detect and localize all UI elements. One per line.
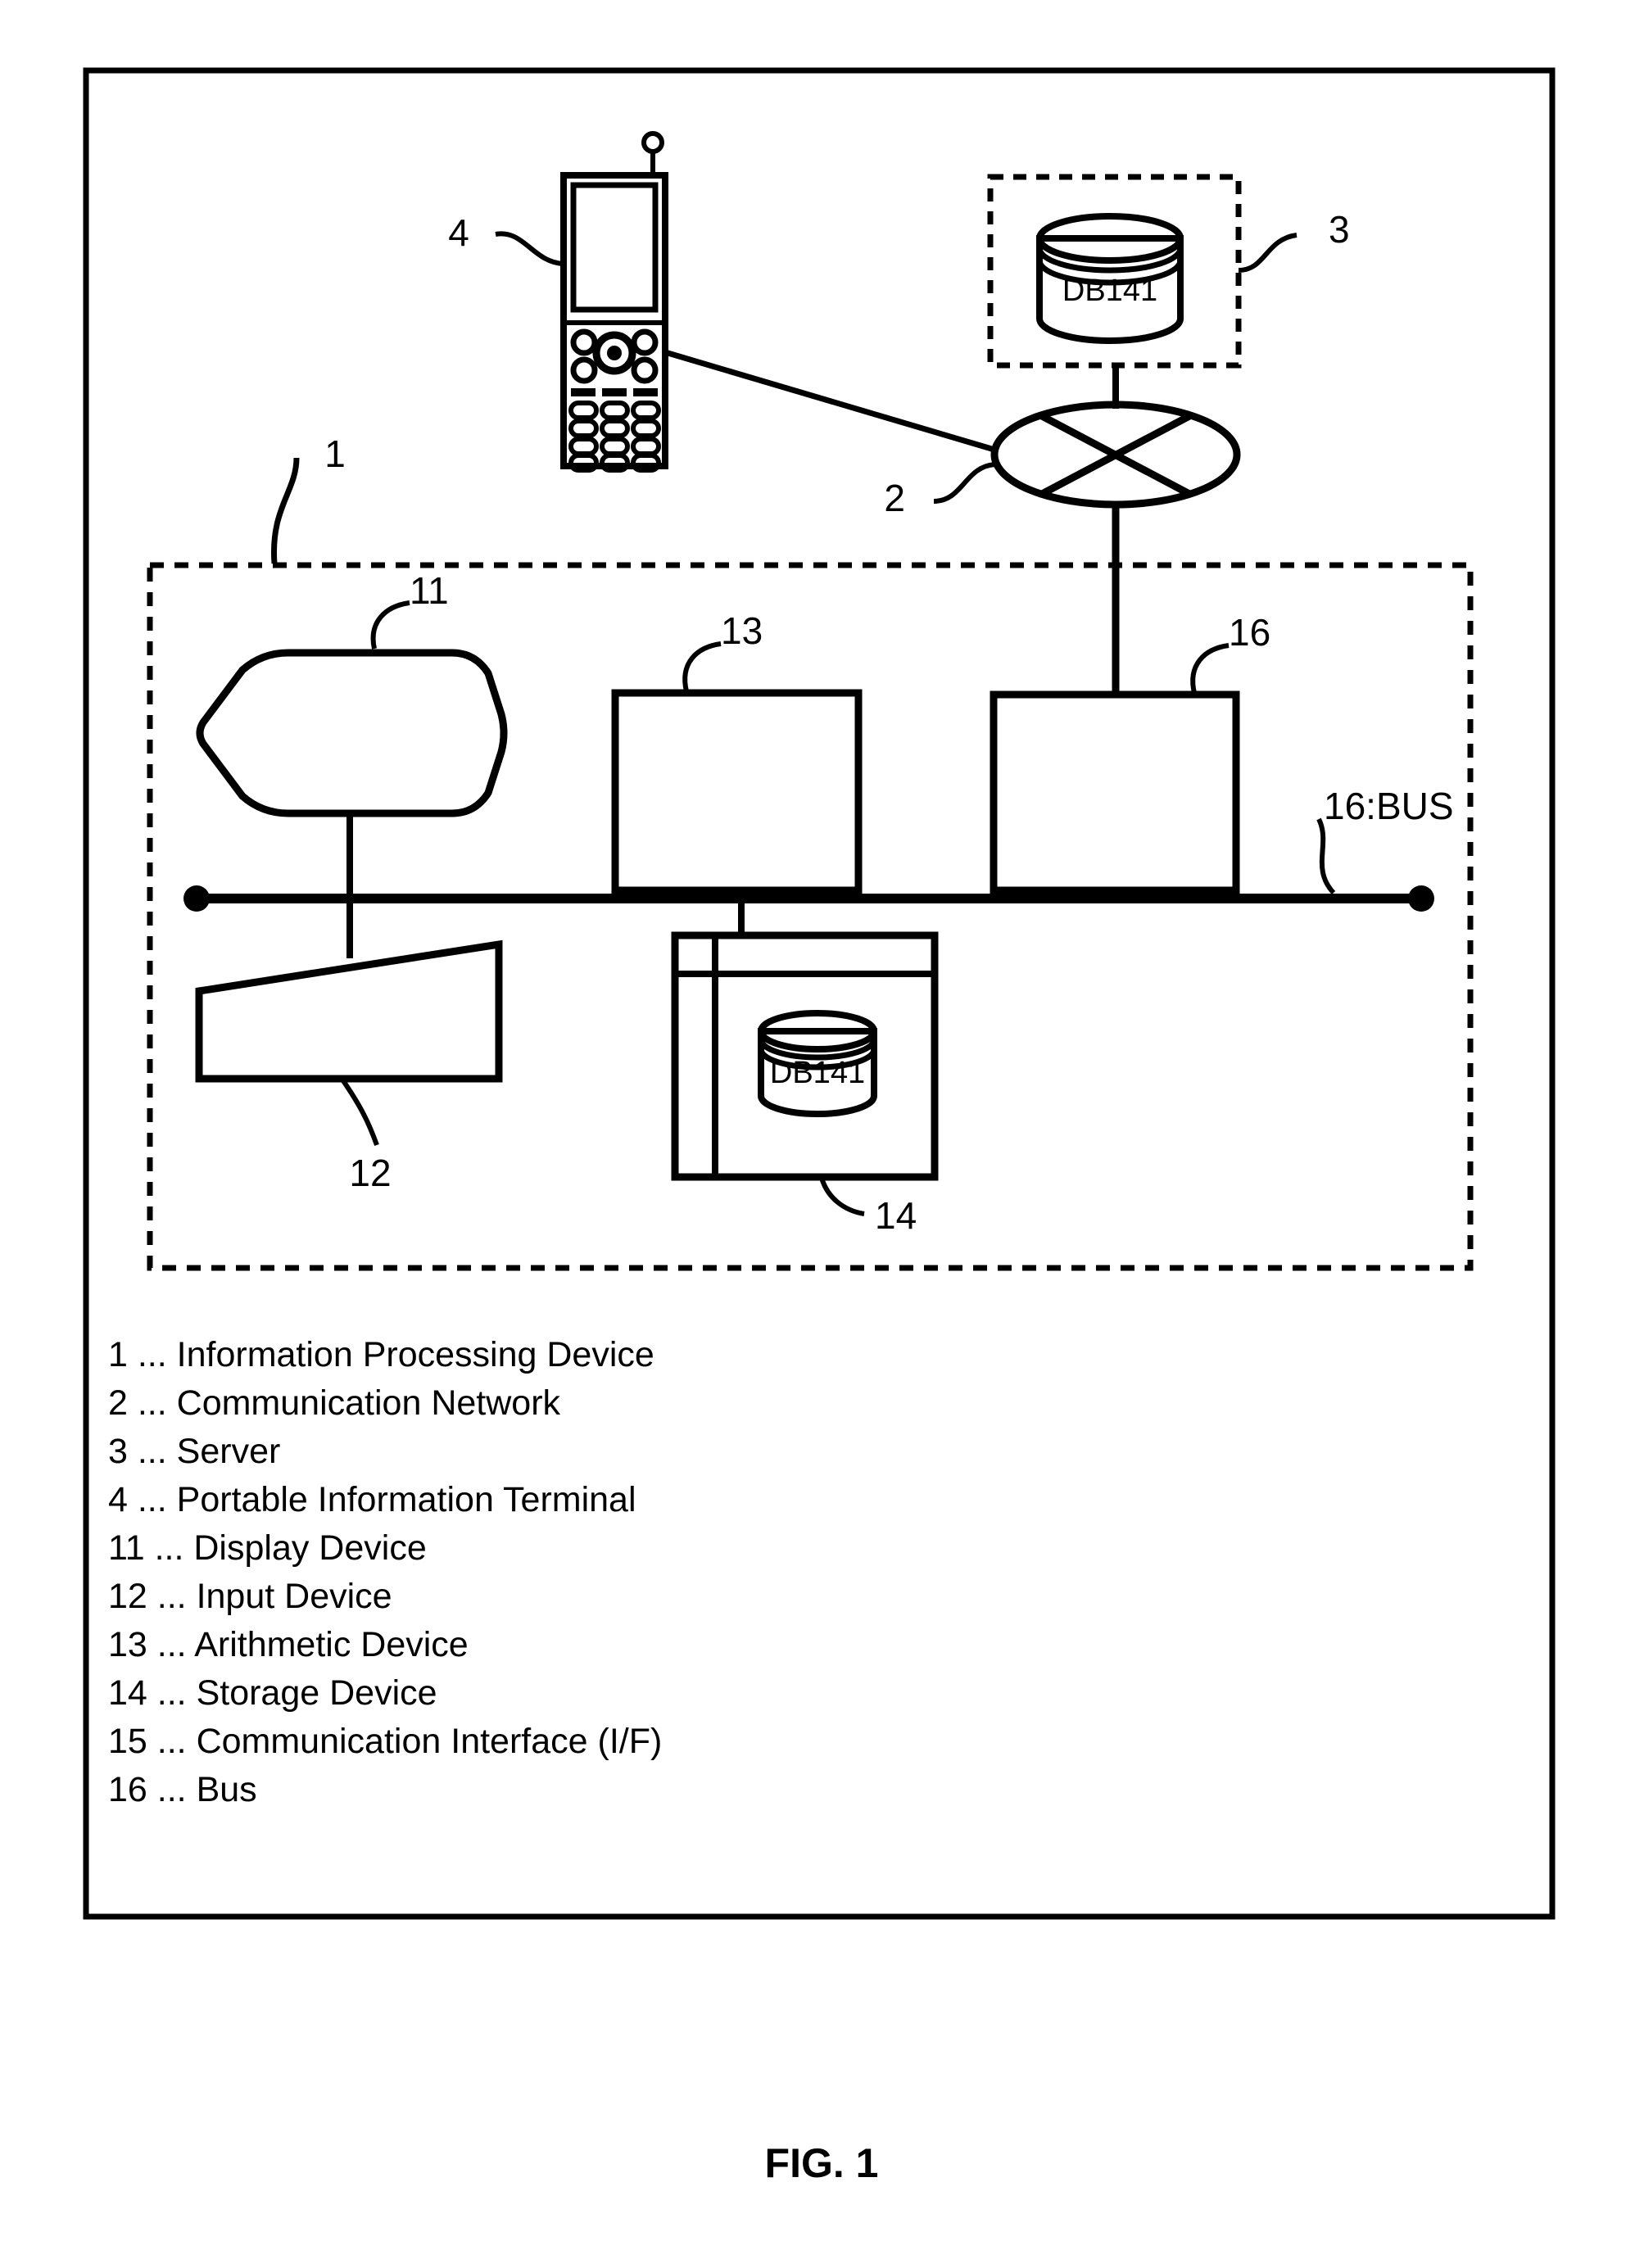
- mobile-phone-icon: [560, 131, 668, 473]
- link-terminal-network: [664, 349, 995, 453]
- arithmetic-device-block: [611, 689, 863, 894]
- callout-3: 3: [1329, 208, 1350, 251]
- leader-line-server: [1238, 233, 1298, 273]
- legend-row-11: 11 ... Display Device: [108, 1528, 427, 1568]
- communication-interface-block: [990, 690, 1240, 894]
- patent-figure-sheet: 4 DB141 3 2 1 11 13 16 16:BUS 12 DB141 1…: [0, 0, 1644, 2268]
- legend-row-4: 4 ... Portable Information Terminal: [108, 1480, 636, 1519]
- leader-line-display: [370, 600, 410, 650]
- leader-line-bus: [1316, 817, 1336, 895]
- callout-13: 13: [721, 609, 763, 652]
- leader-line-device1: [270, 457, 300, 564]
- callout-4: 4: [448, 211, 469, 254]
- callout-12: 12: [349, 1152, 391, 1194]
- legend-row-12: 12 ... Input Device: [108, 1577, 392, 1616]
- callout-16: 16: [1229, 611, 1270, 654]
- legend-row-14: 14 ... Storage Device: [108, 1673, 437, 1713]
- figure-caption: FIG. 1: [765, 2140, 879, 2186]
- callout-16-bus: 16:BUS: [1324, 785, 1454, 827]
- legend-row-13: 13 ... Arithmetic Device: [108, 1625, 469, 1664]
- server-db-label: DB141: [1062, 274, 1157, 308]
- legend-row-1: 1 ... Information Processing Device: [108, 1335, 654, 1374]
- keyboard-icon: [195, 939, 503, 1083]
- leader-line-storage: [819, 1177, 865, 1216]
- storage-db-label: DB141: [770, 1056, 865, 1090]
- figure-canvas: 4 DB141 3 2 1 11 13 16 16:BUS 12 DB141 1…: [83, 67, 1556, 2186]
- legend-row-2: 2 ... Communication Network: [108, 1383, 561, 1423]
- legend-list: 1 ... Information Processing Device 2 ..…: [108, 1335, 662, 1809]
- callout-11: 11: [410, 569, 449, 612]
- callout-2: 2: [884, 477, 905, 519]
- crt-monitor-icon: [196, 649, 508, 817]
- legend-row-16: 16 ... Bus: [108, 1770, 257, 1809]
- leader-line-input: [340, 1078, 379, 1147]
- legend-row-15: 15 ... Communication Interface (I/F): [108, 1722, 662, 1761]
- legend-row-3: 3 ... Server: [108, 1432, 280, 1471]
- leader-line-terminal: [495, 231, 564, 266]
- network-cloud-ellipse-icon: [990, 401, 1241, 509]
- callout-14: 14: [875, 1194, 917, 1237]
- leader-line-network: [933, 462, 995, 504]
- leader-line-arithmetic: [682, 641, 722, 692]
- leader-line-commif: [1190, 643, 1230, 694]
- callout-1: 1: [324, 432, 346, 475]
